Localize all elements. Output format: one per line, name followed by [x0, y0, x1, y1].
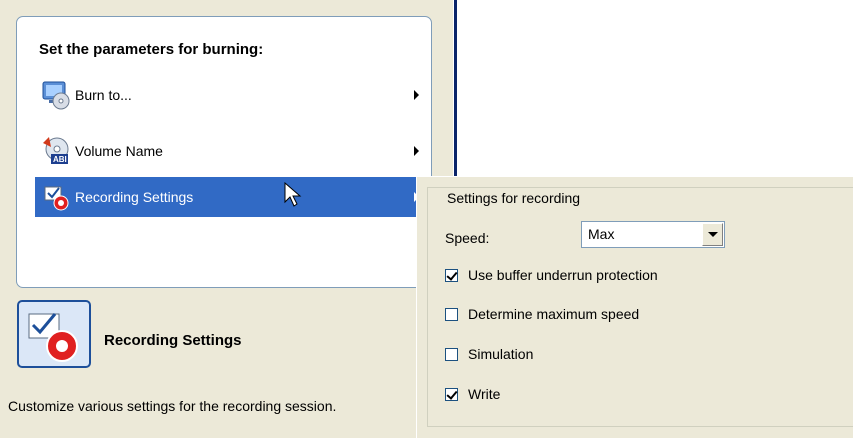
- option-buffer-underrun[interactable]: Use buffer underrun protection: [445, 267, 658, 283]
- speed-label: Speed:: [445, 230, 490, 246]
- svg-text:ABI: ABI: [53, 155, 67, 164]
- menu-item-label: Recording Settings: [75, 189, 194, 205]
- checkbox[interactable]: [445, 387, 458, 401]
- panel-title: Set the parameters for burning:: [39, 41, 264, 58]
- recording-settings-large-icon: [17, 300, 91, 371]
- checkbox-label: Determine maximum speed: [468, 306, 640, 322]
- checkbox[interactable]: [445, 307, 458, 321]
- mouse-cursor-icon: [284, 181, 302, 211]
- speed-value: Max: [588, 226, 615, 242]
- menu-item-burn-to[interactable]: Burn to...: [35, 75, 431, 115]
- burn-parameters-panel: Set the parameters for burning: Burn to.…: [16, 16, 432, 288]
- groupbox-legend: Settings for recording: [444, 190, 584, 206]
- burn-to-icon: [39, 79, 75, 111]
- speed-select[interactable]: Max: [581, 221, 725, 248]
- menu-item-label: Burn to...: [75, 87, 132, 103]
- checkbox[interactable]: [445, 268, 458, 282]
- menu-item-label: Volume Name: [75, 143, 163, 159]
- option-simulation[interactable]: Simulation: [445, 346, 533, 362]
- option-write[interactable]: Write: [445, 386, 500, 402]
- recording-settings-icon: [39, 181, 75, 213]
- menu-item-recording-settings[interactable]: Recording Settings: [35, 177, 431, 217]
- checkbox-label: Simulation: [468, 346, 534, 362]
- volume-name-icon: ABI: [39, 135, 75, 167]
- divider: [454, 0, 457, 176]
- submenu-arrow-icon: [414, 90, 419, 100]
- checkbox-label: Write: [468, 386, 501, 402]
- menu-item-volume-name[interactable]: ABI Volume Name: [35, 131, 431, 171]
- submenu-arrow-icon: [414, 146, 419, 156]
- recording-settings-popup: Settings for recording Speed: Max Use bu…: [416, 176, 853, 438]
- chevron-down-icon[interactable]: [702, 223, 723, 246]
- checkbox[interactable]: [445, 347, 458, 361]
- checkbox-label: Use buffer underrun protection: [468, 267, 658, 283]
- detail-title: Recording Settings: [104, 332, 242, 349]
- detail-description: Customize various settings for the recor…: [8, 398, 337, 414]
- option-determine-max-speed[interactable]: Determine maximum speed: [445, 306, 639, 322]
